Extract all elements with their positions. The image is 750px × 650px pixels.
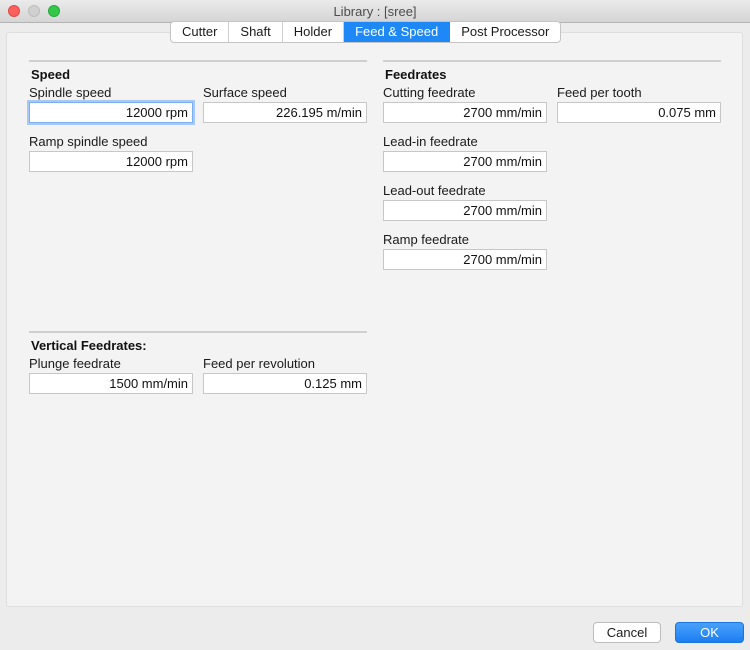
lead-out-feedrate-input[interactable] — [383, 200, 547, 221]
tab-holder[interactable]: Holder — [283, 22, 345, 42]
ramp-spindle-speed-label: Ramp spindle speed — [29, 134, 148, 149]
library-window: Library : [sree] Cutter Shaft Holder Fee… — [0, 0, 750, 650]
spindle-speed-label: Spindle speed — [29, 85, 112, 100]
cutting-feedrate-label: Cutting feedrate — [383, 85, 476, 100]
cutting-feedrate-input[interactable] — [383, 102, 547, 123]
spindle-speed-input[interactable] — [29, 102, 193, 123]
lead-in-feedrate-label: Lead-in feedrate — [383, 134, 478, 149]
feedrates-section-divider — [383, 60, 721, 62]
feed-per-revolution-label: Feed per revolution — [203, 356, 316, 371]
ramp-feedrate-input[interactable] — [383, 249, 547, 270]
title-bar: Library : [sree] — [0, 0, 750, 23]
cancel-button[interactable]: Cancel — [593, 622, 661, 643]
surface-speed-input[interactable] — [203, 102, 367, 123]
plunge-feedrate-input[interactable] — [29, 373, 193, 394]
tab-post-processor[interactable]: Post Processor — [450, 22, 560, 42]
feed-per-revolution-input[interactable] — [203, 373, 367, 394]
tab-cutter[interactable]: Cutter — [171, 22, 230, 42]
tab-feed-and-speed[interactable]: Feed & Speed — [344, 22, 451, 42]
window-title: Library : [sree] — [333, 4, 417, 19]
ramp-spindle-speed-input[interactable] — [29, 151, 193, 172]
lead-out-feedrate-label: Lead-out feedrate — [383, 183, 486, 198]
feed-per-tooth-label: Feed per tooth — [557, 85, 642, 100]
vertical-feedrates-section-title: Vertical Feedrates: — [31, 338, 147, 353]
feed-per-tooth-input[interactable] — [557, 102, 721, 123]
plunge-feedrate-label: Plunge feedrate — [29, 356, 121, 371]
ramp-feedrate-label: Ramp feedrate — [383, 232, 469, 247]
lead-in-feedrate-input[interactable] — [383, 151, 547, 172]
speed-section-title: Speed — [31, 67, 71, 82]
tab-bar: Cutter Shaft Holder Feed & Speed Post Pr… — [170, 21, 562, 43]
surface-speed-label: Surface speed — [203, 85, 287, 100]
feedrates-section-title: Feedrates — [385, 67, 447, 82]
ok-button[interactable]: OK — [675, 622, 744, 643]
vertical-feedrates-section-divider — [29, 331, 367, 333]
speed-section-divider — [29, 60, 367, 62]
tab-shaft[interactable]: Shaft — [229, 22, 283, 42]
